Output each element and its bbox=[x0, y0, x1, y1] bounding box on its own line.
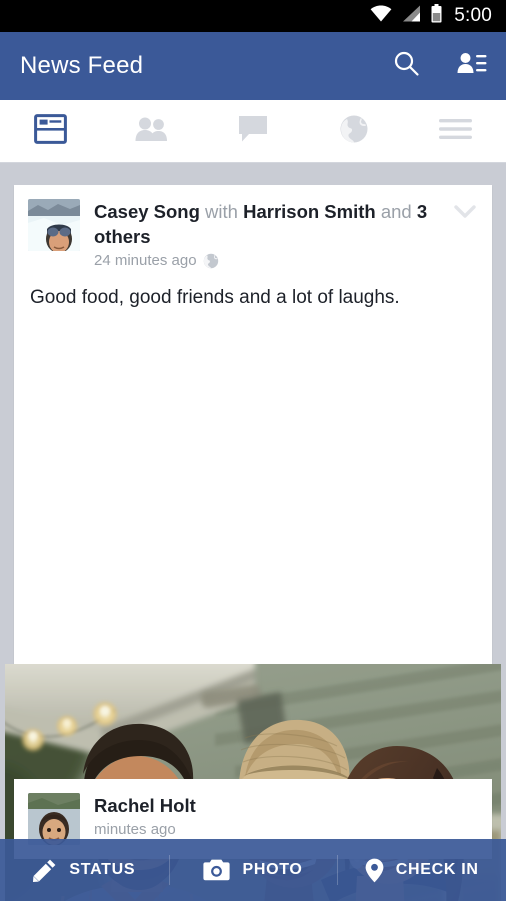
friends-icon bbox=[135, 116, 169, 147]
composer-photo-label: PHOTO bbox=[242, 861, 303, 878]
tab-friends[interactable] bbox=[101, 100, 202, 162]
chevron-down-icon bbox=[454, 205, 476, 224]
post-header: Casey Song with Harrison Smith and 3 oth… bbox=[14, 185, 492, 269]
globe-icon bbox=[203, 253, 219, 269]
avatar[interactable] bbox=[28, 199, 80, 251]
post-card: Casey Song with Harrison Smith and 3 oth… bbox=[5, 185, 501, 901]
post-meta: 24 minutes ago bbox=[94, 252, 446, 269]
post-author[interactable]: Rachel Holt bbox=[94, 793, 472, 818]
post-timestamp: 24 minutes ago bbox=[94, 252, 197, 269]
app-bar-actions bbox=[390, 50, 488, 82]
tab-news-feed[interactable] bbox=[0, 100, 101, 162]
post-menu-button[interactable] bbox=[452, 199, 478, 269]
composer-bar: STATUS PHOTO CHECK IN bbox=[0, 839, 506, 901]
post-photo-spacer bbox=[14, 329, 492, 664]
hamburger-menu-icon bbox=[438, 118, 472, 145]
composer-checkin-label: CHECK IN bbox=[395, 861, 479, 878]
globe-icon bbox=[339, 114, 369, 149]
status-bar-clock: 5:00 bbox=[454, 5, 492, 26]
tab-messages[interactable] bbox=[202, 100, 303, 162]
post-tagged-friend[interactable]: Harrison Smith bbox=[243, 201, 376, 222]
avatar[interactable] bbox=[28, 793, 80, 845]
status-bar-icons bbox=[370, 4, 442, 28]
post-author[interactable]: Casey Song bbox=[94, 201, 200, 222]
post-author-line: Casey Song with Harrison Smith and 3 oth… bbox=[94, 199, 446, 249]
friend-requests-icon bbox=[457, 51, 487, 82]
friend-requests-button[interactable] bbox=[456, 50, 488, 82]
post-and-word: and bbox=[380, 201, 412, 222]
search-icon bbox=[393, 50, 420, 82]
wifi-icon bbox=[370, 5, 392, 27]
news-feed-list[interactable]: Casey Song with Harrison Smith and 3 oth… bbox=[0, 163, 506, 901]
tab-more[interactable] bbox=[405, 100, 506, 162]
post-with-word: with bbox=[205, 201, 238, 222]
post-timestamp: minutes ago bbox=[94, 821, 176, 838]
location-pin-icon bbox=[365, 858, 384, 883]
page-title: News Feed bbox=[20, 52, 144, 79]
messages-icon bbox=[238, 115, 268, 148]
tab-notifications[interactable] bbox=[304, 100, 405, 162]
composer-photo-button[interactable]: PHOTO bbox=[168, 839, 338, 901]
composer-status-button[interactable]: STATUS bbox=[0, 839, 169, 901]
post-headline: Rachel Holt minutes ago bbox=[80, 793, 478, 845]
battery-icon bbox=[431, 4, 442, 28]
post-text: Good food, good friends and a lot of lau… bbox=[30, 287, 400, 308]
status-bar: 5:00 bbox=[0, 0, 506, 32]
post-headline: Casey Song with Harrison Smith and 3 oth… bbox=[80, 199, 452, 269]
composer-checkin-button[interactable]: CHECK IN bbox=[337, 839, 506, 901]
pencil-icon bbox=[33, 858, 57, 882]
cellular-signal-icon bbox=[402, 5, 421, 27]
tab-bar bbox=[0, 100, 506, 163]
news-feed-icon bbox=[34, 113, 67, 149]
search-button[interactable] bbox=[390, 50, 422, 82]
app-bar: News Feed bbox=[0, 32, 506, 100]
camera-icon bbox=[203, 859, 231, 881]
composer-status-label: STATUS bbox=[69, 861, 136, 878]
